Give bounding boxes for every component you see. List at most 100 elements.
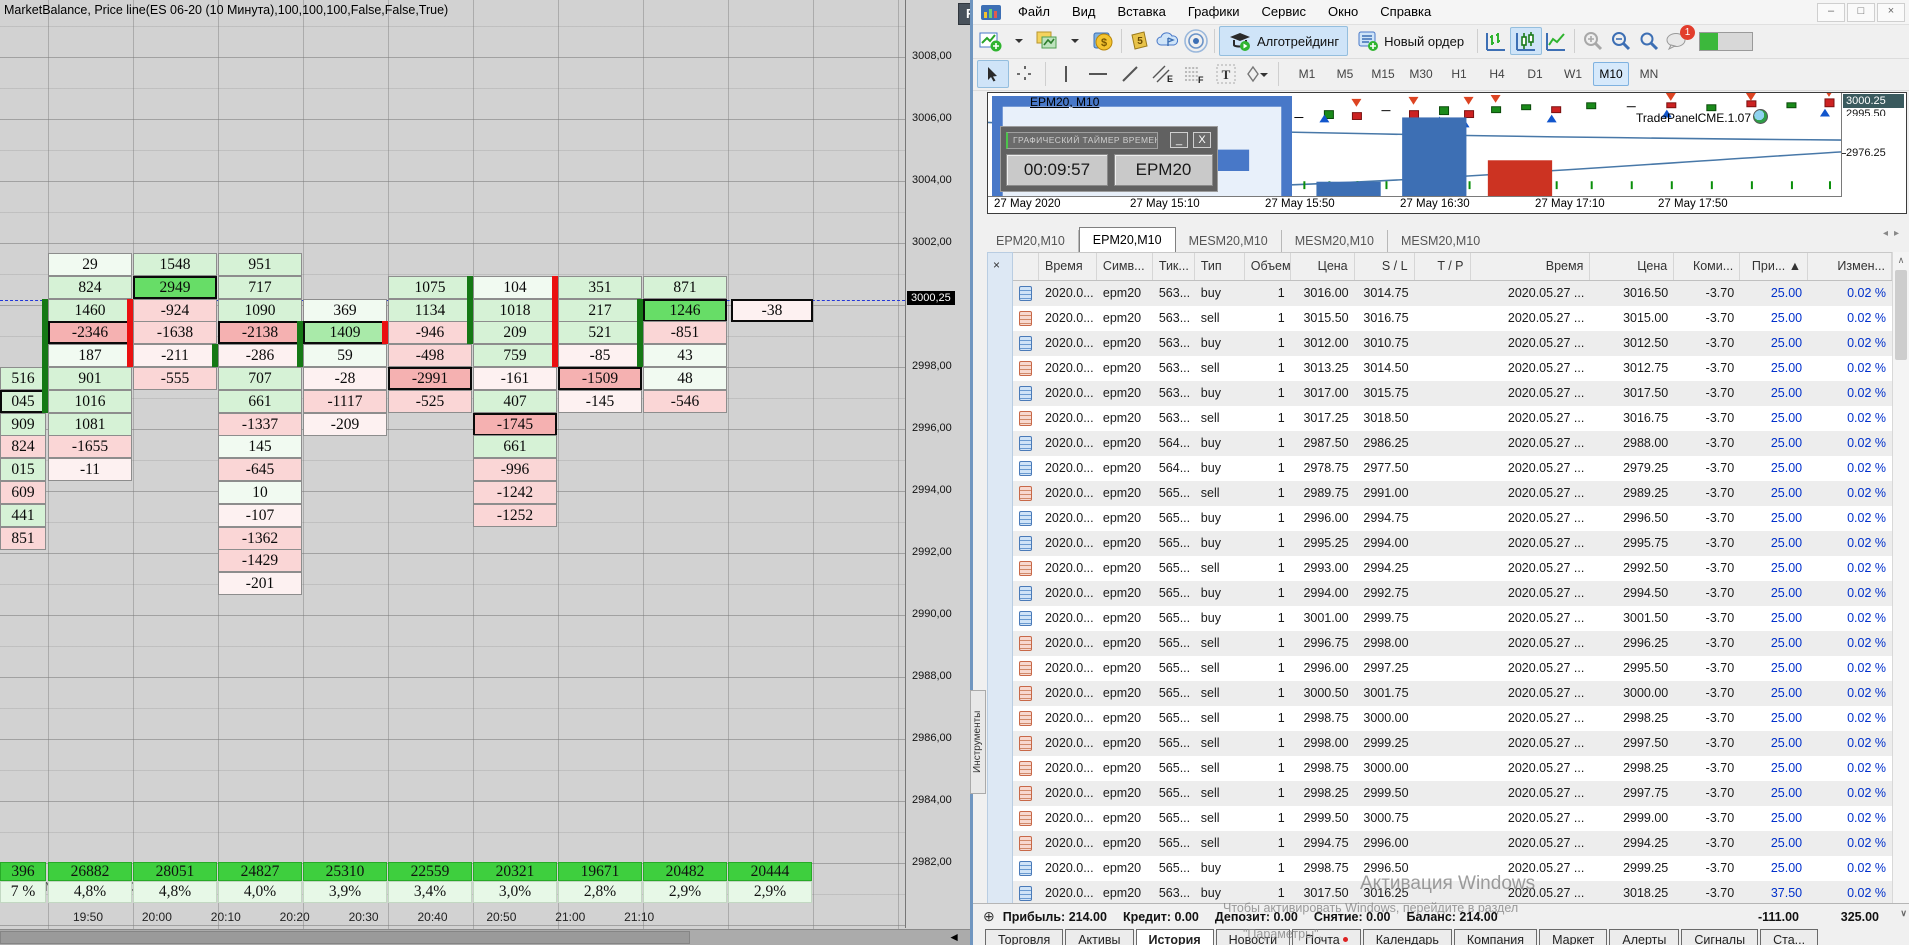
table-row[interactable]: 2020.0... epm20 563... sell 1 3013.25 3014.50 2… bbox=[1013, 356, 1892, 381]
table-row[interactable]: 2020.0... epm20 565... sell 1 2989.75 2991.00 2… bbox=[1013, 481, 1892, 506]
toolbox-tab-алерты[interactable]: Алерты bbox=[1609, 929, 1680, 945]
scrollbar-left-icon[interactable]: ◄ bbox=[948, 930, 960, 945]
toolbox-tab-календарь[interactable]: Календарь bbox=[1362, 929, 1452, 945]
toolbox-tab-сигналы[interactable]: Сигналы bbox=[1681, 929, 1759, 945]
toolbox-tab-история[interactable]: История bbox=[1135, 929, 1214, 945]
toolbox-tab-маркет[interactable]: Маркет bbox=[1539, 929, 1608, 945]
text-tool-icon[interactable]: T bbox=[1210, 60, 1242, 88]
table-row[interactable]: 2020.0... epm20 563... sell 1 3017.25 3018.50 2… bbox=[1013, 406, 1892, 431]
shapes-tool-icon[interactable] bbox=[1242, 60, 1274, 88]
timeframe-m5[interactable]: M5 bbox=[1327, 62, 1363, 86]
navigator-icon[interactable] bbox=[1154, 27, 1182, 55]
toolbox-tab-ста...[interactable]: Ста... bbox=[1760, 929, 1819, 945]
column-header[interactable]: Время bbox=[1039, 253, 1097, 280]
table-row[interactable]: 2020.0... epm20 565... buy 1 3001.00 2999.75 20… bbox=[1013, 606, 1892, 631]
table-row[interactable]: 2020.0... epm20 565... buy 1 2995.25 2994.00 20… bbox=[1013, 531, 1892, 556]
scroll-down-icon[interactable]: ∨ bbox=[1900, 908, 1907, 919]
table-row[interactable]: 2020.0... epm20 563... buy 1 3012.00 3010.75 20… bbox=[1013, 331, 1892, 356]
search-icon[interactable] bbox=[1635, 27, 1663, 55]
zoom-out-icon[interactable] bbox=[1607, 27, 1635, 55]
timeframe-m15[interactable]: M15 bbox=[1365, 62, 1401, 86]
profiles-dropdown-icon[interactable] bbox=[1061, 27, 1089, 55]
menu-item[interactable]: Сервис bbox=[1251, 0, 1318, 24]
data-window-icon[interactable]: 5 bbox=[1126, 27, 1154, 55]
table-row[interactable]: 2020.0... epm20 565... sell 1 2998.00 2999.25 2… bbox=[1013, 731, 1892, 756]
tools-vertical-tab[interactable]: Инструменты bbox=[970, 690, 986, 794]
table-row[interactable]: 2020.0... epm20 565... buy 1 2994.00 2992.75 20… bbox=[1013, 581, 1892, 606]
trade-panel-icon[interactable] bbox=[1753, 109, 1768, 124]
menu-item[interactable]: Вставка bbox=[1107, 0, 1177, 24]
bar-chart-type-icon[interactable] bbox=[1482, 27, 1510, 55]
toolbox-tab-торговля[interactable]: Торговля bbox=[985, 929, 1064, 945]
chart-tab[interactable]: MESM20,M10 bbox=[1388, 230, 1493, 252]
timeframe-m30[interactable]: M30 bbox=[1403, 62, 1439, 86]
comments-icon[interactable]: 1 bbox=[1663, 25, 1696, 55]
timeframe-d1[interactable]: D1 bbox=[1517, 62, 1553, 86]
chart-dropdown-icon[interactable] bbox=[1005, 27, 1033, 55]
menu-item[interactable]: Графики bbox=[1177, 0, 1251, 24]
toolbox-tab-активы[interactable]: Активы bbox=[1065, 929, 1134, 945]
column-header[interactable]: Время bbox=[1471, 253, 1591, 280]
new-chart-icon[interactable] bbox=[977, 27, 1005, 55]
column-header[interactable]: Тик... bbox=[1153, 253, 1195, 280]
expand-icon[interactable]: ⊕ bbox=[983, 908, 995, 925]
chart-tab[interactable]: MESM20,M10 bbox=[1282, 230, 1388, 252]
column-header[interactable]: Симв... bbox=[1097, 253, 1153, 280]
fibonacci-tool-icon[interactable]: F bbox=[1178, 60, 1210, 88]
price-chart[interactable]: MarketBalance, Price line(ES 06-20 (10 М… bbox=[0, 0, 905, 945]
column-header[interactable]: Цена bbox=[1291, 253, 1355, 280]
table-row[interactable]: 2020.0... epm20 565... sell 1 2998.75 3000.00 2… bbox=[1013, 756, 1892, 781]
trendline-tool-icon[interactable] bbox=[1114, 60, 1146, 88]
table-scrollbar[interactable]: ∧ bbox=[1892, 252, 1909, 904]
chart-time-axis[interactable]: 27 May 2020 27 May 15:10 27 May 15:50 27 Ma… bbox=[988, 196, 1842, 213]
timeframe-w1[interactable]: W1 bbox=[1555, 62, 1591, 86]
table-row[interactable]: 2020.0... epm20 565... sell 1 3000.50 3001.75 2… bbox=[1013, 681, 1892, 706]
minimize-icon[interactable]: – bbox=[1817, 2, 1845, 22]
scrollbar-thumb[interactable] bbox=[0, 931, 690, 944]
timeframe-m10[interactable]: M10 bbox=[1593, 62, 1629, 86]
column-header[interactable]: T / P bbox=[1415, 253, 1471, 280]
chart-tab[interactable]: EPM20,M10 bbox=[1078, 227, 1176, 252]
table-row[interactable]: 2020.0... epm20 564... buy 1 2987.50 2986.25 20… bbox=[1013, 431, 1892, 456]
channel-tool-icon[interactable]: E bbox=[1146, 60, 1178, 88]
toolbox-tab-компания[interactable]: Компания bbox=[1453, 929, 1538, 945]
history-table[interactable]: Время Симв... Тик... Тип Объем Цена S / LT / P… bbox=[1013, 252, 1892, 904]
chart-plot[interactable]: EPM20, M10 TradePanelCME.1.07 ГРАФИЧЕСКИ… bbox=[988, 93, 1842, 197]
zoom-in-icon[interactable] bbox=[1579, 27, 1607, 55]
chart-price-scale[interactable]: 3000.25 2995.50 2976.25 bbox=[1841, 93, 1906, 197]
new-order-button[interactable]: Новый ордер bbox=[1348, 26, 1473, 56]
cursor-tool-icon[interactable] bbox=[977, 60, 1009, 88]
column-header[interactable]: Измен... bbox=[1808, 253, 1892, 280]
candlestick-type-icon[interactable] bbox=[1510, 27, 1543, 55]
algo-trading-button[interactable]: Алготрейдинг bbox=[1219, 26, 1349, 56]
timeframe-m1[interactable]: M1 bbox=[1289, 62, 1325, 86]
scroll-up-icon[interactable]: ∧ bbox=[1893, 252, 1909, 268]
crosshair-tool-icon[interactable] bbox=[1009, 60, 1041, 88]
timer-minimize-icon[interactable]: _ bbox=[1170, 132, 1188, 148]
chart-tab[interactable]: EPM20,M10 bbox=[983, 230, 1079, 252]
chart-tab[interactable]: MESM20,M10 bbox=[1176, 230, 1282, 252]
terminal-icon[interactable] bbox=[1182, 27, 1210, 55]
table-row[interactable]: 2020.0... epm20 564... buy 1 2978.75 2977.50 20… bbox=[1013, 456, 1892, 481]
menu-item[interactable]: Вид bbox=[1061, 0, 1107, 24]
column-header[interactable]: Цена bbox=[1590, 253, 1675, 280]
timeframe-h1[interactable]: H1 bbox=[1441, 62, 1477, 86]
column-header[interactable]: S / L bbox=[1355, 253, 1415, 280]
menu-item[interactable]: Окно bbox=[1317, 0, 1369, 24]
table-row[interactable]: 2020.0... epm20 565... sell 1 2999.50 3000.75 2… bbox=[1013, 806, 1892, 831]
menu-item[interactable]: Файл bbox=[1007, 0, 1061, 24]
profiles-icon[interactable] bbox=[1033, 27, 1061, 55]
price-axis[interactable]: 3000,25 3008,00 3006,00 3004,00 3002,00 2998… bbox=[905, 0, 971, 928]
tab-scroll-arrows[interactable]: ◂▸ bbox=[1883, 228, 1905, 239]
table-row[interactable]: 2020.0... epm20 565... sell 1 2994.75 2996.00 2… bbox=[1013, 831, 1892, 856]
vertical-line-tool-icon[interactable] bbox=[1050, 60, 1082, 88]
column-header[interactable]: Тип bbox=[1195, 253, 1245, 280]
timer-close-icon[interactable]: X bbox=[1193, 132, 1211, 148]
chart-window[interactable]: EPM20, M10 TradePanelCME.1.07 ГРАФИЧЕСКИ… bbox=[987, 92, 1907, 214]
scroll-thumb[interactable] bbox=[1895, 270, 1907, 360]
restore-icon[interactable]: □ bbox=[1847, 2, 1875, 22]
table-row[interactable]: 2020.0... epm20 563... sell 1 3015.50 3016.75 2… bbox=[1013, 306, 1892, 331]
column-header[interactable] bbox=[1013, 253, 1039, 280]
table-row[interactable]: 2020.0... epm20 563... buy 1 3016.00 3014.75 20… bbox=[1013, 281, 1892, 306]
volumes-icon[interactable] bbox=[1295, 96, 1595, 197]
